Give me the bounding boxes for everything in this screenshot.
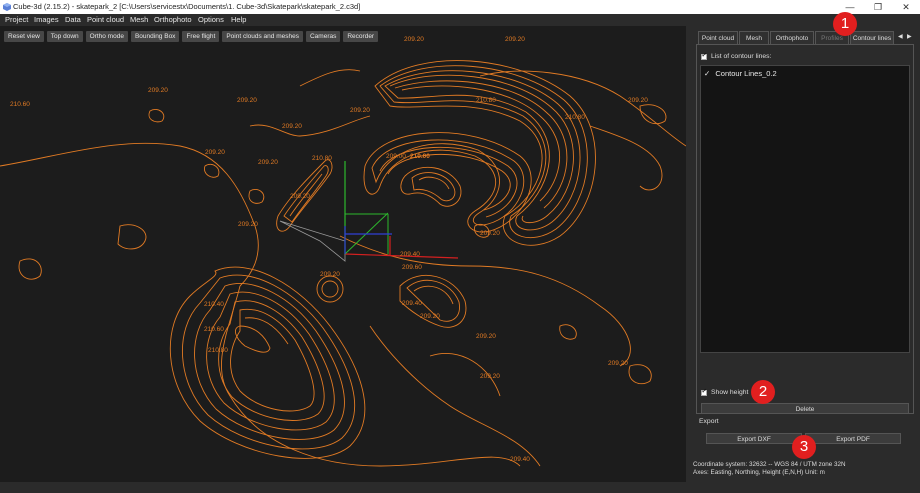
height-label: 209.20 (258, 159, 278, 166)
callout-badge-2: 2 (751, 380, 775, 404)
menu-images[interactable]: Images (34, 15, 59, 24)
menu-help[interactable]: Help (231, 15, 246, 24)
height-label: 210.60 (204, 326, 224, 333)
height-label: 209.20 (290, 193, 310, 200)
contour-scene: 210.60 209.20 209.20 209.20 209.20 209.2… (0, 36, 686, 467)
viewport-toolbar: Reset view Top down Ortho mode Bounding … (4, 31, 379, 42)
height-label: 209.20 (420, 313, 440, 320)
show-height-label: Show height (711, 389, 749, 396)
callout-badge-1: 1 (833, 12, 857, 36)
show-height-checkbox[interactable] (701, 387, 707, 396)
bounding-box-button[interactable]: Bounding Box (130, 31, 180, 42)
height-label: 210.80 (208, 347, 228, 354)
height-label: 209.20 (320, 271, 340, 278)
menu-point-cloud[interactable]: Point cloud (87, 15, 124, 24)
ortho-mode-button[interactable]: Ortho mode (85, 31, 128, 42)
tab-contour-lines[interactable]: Contour lines (850, 31, 894, 44)
menu-data[interactable]: Data (65, 15, 81, 24)
height-label: 209.20 (237, 97, 257, 104)
callout-badge-3: 3 (792, 435, 816, 459)
restore-button[interactable]: ❐ (864, 0, 892, 14)
list-item[interactable]: ✓ Contour Lines_0.2 (704, 69, 777, 78)
height-label: 209.20 (148, 87, 168, 94)
menu-project[interactable]: Project (5, 15, 28, 24)
viewport-3d[interactable]: Reset view Top down Ortho mode Bounding … (0, 26, 686, 482)
export-header: Export (699, 418, 719, 425)
tab-orthophoto[interactable]: Orthophoto (770, 31, 814, 44)
axes-text: Axes: Easting, Northing, Height (E,N,H) … (693, 469, 825, 476)
export-dxf-button[interactable]: Export DXF (706, 433, 802, 444)
height-label: 209.40 (400, 251, 420, 258)
free-flight-button[interactable]: Free flight (182, 31, 220, 42)
tab-scroll-right-icon[interactable]: ▶ (907, 33, 912, 40)
height-label: 209.40 (510, 456, 530, 463)
height-label: 210.80 (476, 97, 496, 104)
app-icon (3, 3, 11, 11)
contour-list[interactable]: ✓ Contour Lines_0.2 (700, 65, 910, 353)
recorder-button[interactable]: Recorder (343, 31, 379, 42)
delete-button[interactable]: Delete (701, 403, 909, 414)
menu-mesh[interactable]: Mesh (130, 15, 148, 24)
height-label: 209.20 (205, 149, 225, 156)
menu-options[interactable]: Options (198, 15, 224, 24)
height-label: 209.20 (608, 360, 628, 367)
list-checkbox-label: List of contour lines: (711, 53, 772, 60)
export-pdf-button[interactable]: Export PDF (805, 433, 901, 444)
title-bar: Cube-3d (2.15.2) - skatepark_2 [C:\Users… (0, 0, 920, 14)
height-label: 209.00 (386, 153, 406, 160)
height-label: 210.60 (10, 101, 30, 108)
height-label: 209.20 (238, 221, 258, 228)
reset-view-button[interactable]: Reset view (4, 31, 44, 42)
height-label: 210.80 (565, 114, 585, 121)
height-label: 210.40 (204, 301, 224, 308)
top-down-button[interactable]: Top down (46, 31, 83, 42)
height-label: 209.40 (402, 300, 422, 307)
height-label: 209.20 (628, 97, 648, 104)
tab-point-cloud[interactable]: Point cloud (698, 31, 738, 44)
coordinate-system-text: Coordinate system: 32632 -- WGS 84 / UTM… (693, 461, 846, 468)
menu-orthophoto[interactable]: Orthophoto (154, 15, 192, 24)
height-label: 209.20 (350, 107, 370, 114)
height-label: 210.80 (312, 155, 332, 162)
tab-scroll-left-icon[interactable]: ◀ (898, 33, 903, 40)
status-bar (0, 482, 920, 493)
side-panel: Point cloud Mesh Orthophoto Profiles Con… (692, 26, 920, 482)
height-label: 209.20 (282, 123, 302, 130)
height-label: 209.20 (480, 230, 500, 237)
height-label: 209.20 (505, 36, 525, 43)
height-label: 209.60 (402, 264, 422, 271)
axis-gizmo (279, 161, 459, 262)
contour-lines (0, 60, 686, 467)
height-label: 209.20 (480, 373, 500, 380)
height-label: 209.20 (476, 333, 496, 340)
cameras-button[interactable]: Cameras (305, 31, 341, 42)
check-icon: ✓ (704, 69, 711, 78)
list-checkbox[interactable] (701, 51, 707, 60)
tab-mesh[interactable]: Mesh (739, 31, 769, 44)
height-label: 209.20 (404, 36, 424, 43)
list-item-label: Contour Lines_0.2 (715, 69, 777, 78)
contour-lines-page: List of contour lines: ✓ Contour Lines_0… (696, 44, 914, 414)
panel-tabs: Point cloud Mesh Orthophoto Profiles Con… (692, 31, 920, 44)
point-clouds-meshes-button[interactable]: Point clouds and meshes (222, 31, 303, 42)
height-label: 210.00 (410, 153, 430, 160)
close-button[interactable]: ✕ (892, 0, 920, 14)
menu-bar: Project Images Data Point cloud Mesh Ort… (0, 14, 920, 26)
window-title: Cube-3d (2.15.2) - skatepark_2 [C:\Users… (13, 2, 361, 11)
